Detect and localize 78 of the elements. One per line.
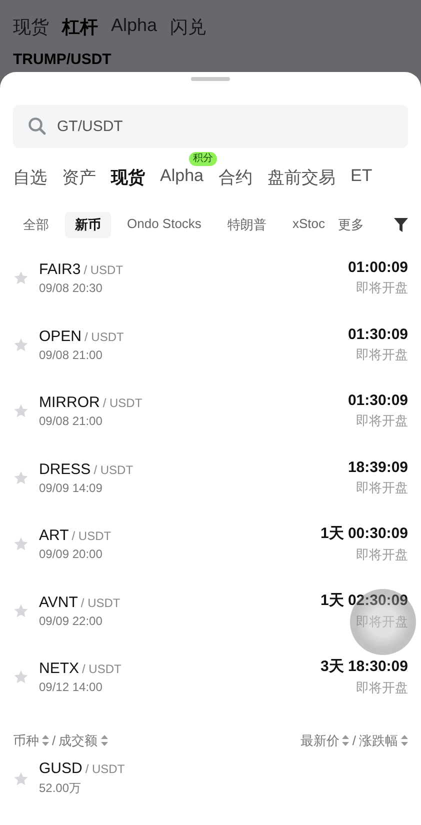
listing-time: 09/09 22:00: [39, 614, 104, 628]
coin-symbol: AVNT: [39, 594, 78, 611]
status-text: 即将开盘: [355, 679, 408, 698]
market-tab[interactable]: Alpha: [160, 166, 204, 185]
coin-symbol: GUSD: [39, 760, 82, 777]
more-link[interactable]: 更多: [338, 216, 364, 234]
background-tab[interactable]: 闪兑: [170, 15, 206, 39]
pair-title: TRUMP/USDT: [13, 51, 112, 68]
coin-symbol: OPEN: [39, 328, 82, 345]
countdown: 01:00:09: [348, 259, 408, 276]
sort-icon: [401, 735, 408, 746]
status-text: 即将开盘: [355, 546, 408, 564]
countdown: 01:30:09: [348, 326, 408, 343]
search-icon: [28, 117, 46, 135]
market-tab[interactable]: 自选: [13, 168, 47, 187]
market-tab[interactable]: 资产: [62, 168, 96, 187]
drag-handle[interactable]: [191, 77, 230, 81]
trade-volume: 52.00万: [39, 780, 82, 797]
sort-icon: [42, 735, 49, 746]
countdown: 18:39:09: [348, 458, 408, 476]
listing-time: 09/09 14:09: [39, 480, 104, 495]
status-text: 即将开盘: [355, 346, 408, 364]
sort-header[interactable]: 币种: [13, 732, 49, 750]
listing-time: 09/08 21:00: [39, 348, 104, 362]
sort-header[interactable]: 涨跌幅: [359, 732, 408, 750]
countdown: 1天 00:30:09: [320, 524, 408, 544]
coin-symbol: ART: [39, 527, 69, 544]
coin-symbol: MIRROR: [39, 394, 100, 412]
star-icon[interactable]: [13, 669, 29, 686]
star-icon[interactable]: [13, 470, 29, 486]
star-icon[interactable]: [13, 770, 29, 786]
separator: /: [52, 733, 56, 748]
countdown: 1天 02:30:09: [320, 590, 408, 610]
coin-symbol: NETX: [39, 660, 80, 678]
status-text: 即将开盘: [355, 478, 408, 497]
coin-symbol: DRESS: [39, 460, 91, 478]
status-text: 即将开盘: [355, 412, 408, 430]
filter-chip[interactable]: 新币: [65, 212, 111, 238]
background-tab[interactable]: 杠杆: [62, 15, 98, 39]
listing-time: 09/08 21:00: [39, 414, 104, 428]
market-tab[interactable]: 现货: [111, 168, 145, 187]
quote-currency: / USDT: [72, 529, 112, 544]
points-badge: 积分: [189, 152, 217, 166]
quote-currency: / USDT: [102, 396, 142, 410]
market-tab[interactable]: 盘前交易: [267, 168, 336, 187]
countdown: 3天 18:30:09: [320, 657, 408, 676]
market-tab[interactable]: 合约: [218, 168, 252, 187]
star-icon[interactable]: [13, 336, 29, 353]
quote-currency: / USDT: [94, 462, 134, 477]
filter-chip[interactable]: xStoc: [282, 212, 334, 238]
star-icon[interactable]: [13, 602, 29, 619]
star-icon[interactable]: [13, 536, 29, 552]
sort-icon: [100, 735, 108, 746]
star-icon[interactable]: [13, 270, 29, 286]
listing-time: 09/12 14:00: [39, 680, 104, 694]
listing-time: 09/09 20:00: [39, 547, 104, 562]
listing-time: 09/08 20:30: [39, 281, 104, 296]
quote-currency: / USDT: [84, 330, 124, 344]
filter-chip[interactable]: 特朗普: [217, 212, 276, 238]
sort-header[interactable]: 最新价: [300, 732, 350, 750]
sort-header[interactable]: 成交额: [58, 732, 108, 750]
separator: /: [352, 733, 356, 748]
background-tab[interactable]: Alpha: [111, 15, 158, 39]
quote-currency: / USDT: [84, 263, 124, 278]
quote-currency: / USDT: [80, 596, 120, 610]
search-field[interactable]: GT/USDT: [13, 105, 408, 148]
sort-icon: [342, 735, 350, 746]
filter-chip[interactable]: Ondo Stocks: [117, 212, 212, 238]
market-tab[interactable]: ET: [350, 166, 372, 185]
filter-chip[interactable]: 全部: [13, 212, 59, 238]
quote-currency: / USDT: [85, 762, 125, 776]
filter-icon[interactable]: [394, 218, 408, 232]
countdown: 01:30:09: [348, 392, 408, 410]
status-text: 即将开盘: [355, 279, 408, 298]
coin-symbol: FAIR3: [39, 261, 81, 278]
star-icon[interactable]: [13, 403, 29, 420]
background-tab[interactable]: 现货: [13, 15, 49, 39]
quote-currency: / USDT: [82, 662, 122, 676]
